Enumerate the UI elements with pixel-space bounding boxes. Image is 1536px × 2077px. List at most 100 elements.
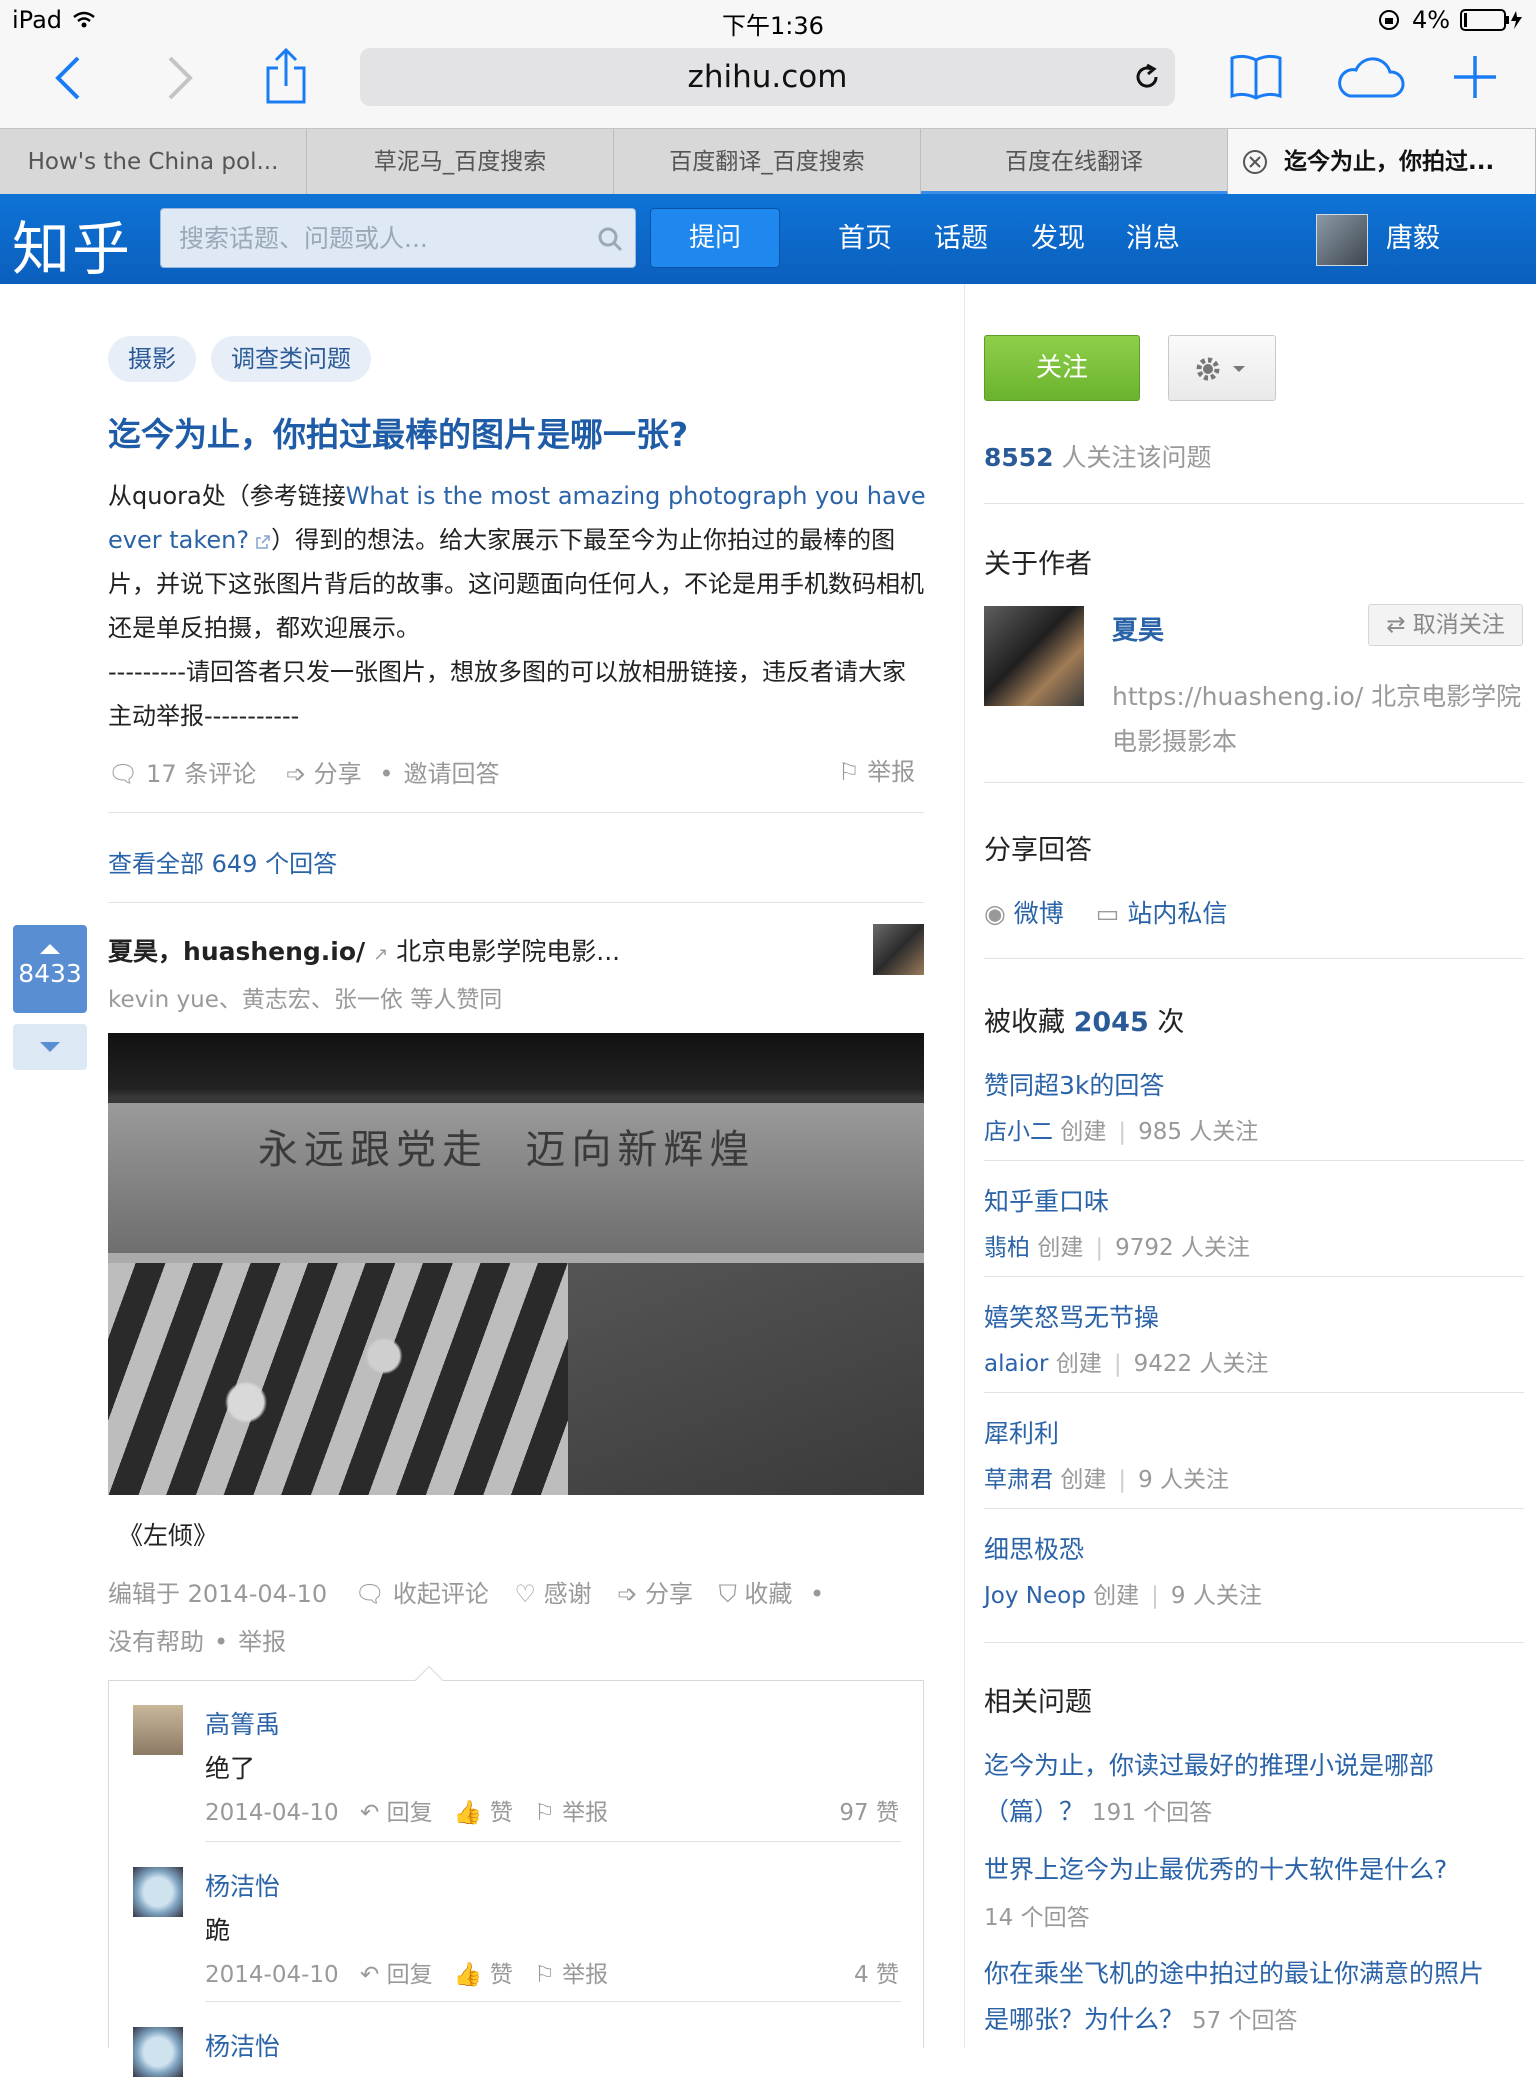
share-arrow-icon: ➩	[617, 1580, 638, 1608]
edit-date[interactable]: 编辑于 2014-04-10	[108, 1580, 327, 1608]
thumbs-up-icon: 👍	[453, 1800, 483, 1826]
collection-name[interactable]: 犀利利	[984, 1414, 1059, 1450]
author-link[interactable]: huasheng.io/	[183, 937, 365, 966]
collection-name[interactable]: 嬉笑怒骂无节操	[984, 1298, 1159, 1334]
author-photo[interactable]	[984, 606, 1084, 706]
comment-box-arrow	[414, 1665, 444, 1695]
zhihu-logo[interactable]: 知乎	[12, 202, 132, 286]
collection-followers: 9792 人关注	[1115, 1235, 1250, 1261]
search-input[interactable]: 搜索话题、问题或人...	[160, 208, 636, 268]
collection-followers: 9422 人关注	[1133, 1351, 1269, 1377]
follow-question-button[interactable]: 关注	[984, 335, 1140, 401]
collection-creator[interactable]: 翡柏	[984, 1235, 1030, 1261]
ask-button[interactable]: 提问	[650, 208, 780, 268]
collection-creator[interactable]: alaior	[984, 1351, 1049, 1377]
answer-author-line: 夏昊，huasheng.io/ ↗ 北京电影学院电影...	[108, 932, 620, 968]
new-tab-icon[interactable]	[1452, 54, 1498, 100]
related-question[interactable]: 你在乘坐飞机的途中拍过的最让你满意的照片	[984, 1954, 1484, 1990]
collection-name[interactable]: 细思极恐	[984, 1530, 1084, 1566]
commenter-avatar[interactable]	[133, 2027, 183, 2077]
icloud-tabs-icon[interactable]	[1334, 54, 1406, 100]
share-private-message[interactable]: 站内私信	[1127, 899, 1227, 928]
collection-name[interactable]: 知乎重口味	[984, 1182, 1109, 1218]
share-icon[interactable]	[264, 46, 308, 106]
like-link[interactable]: 赞	[490, 1962, 513, 1988]
sidebar-author-name[interactable]: 夏昊	[1112, 610, 1164, 647]
close-tab-icon[interactable]	[1242, 149, 1268, 175]
topic-tag[interactable]: 调查类问题	[211, 336, 371, 382]
nav-explore[interactable]: 发现	[1031, 194, 1085, 284]
share-answer[interactable]: 分享	[645, 1580, 693, 1608]
collection-meta: Joy Neop 创建 | 9 人关注	[984, 1576, 1262, 1610]
commenter-avatar[interactable]	[133, 1705, 183, 1755]
related-question[interactable]: 世界上迄今为止最优秀的十大软件是什么?	[984, 1850, 1447, 1886]
address-bar[interactable]: zhihu.com	[360, 48, 1175, 106]
nav-home[interactable]: 首页	[838, 194, 892, 284]
collection-creator[interactable]: 草肃君	[984, 1467, 1053, 1493]
back-icon[interactable]	[52, 54, 84, 102]
view-all-answers[interactable]: 查看全部 649 个回答	[108, 844, 337, 879]
forward-icon[interactable]	[164, 54, 196, 102]
upvote-button[interactable]: 8433	[13, 925, 87, 1013]
collection-meta: 翡柏 创建 | 9792 人关注	[984, 1228, 1250, 1262]
downvote-button[interactable]	[13, 1024, 87, 1070]
related-question-text[interactable]: 是哪张？为什么？	[984, 2005, 1184, 2034]
settings-dropdown[interactable]	[1168, 335, 1276, 401]
report-answer[interactable]: 举报	[238, 1628, 286, 1656]
collapse-comments[interactable]: 收起评论	[393, 1580, 489, 1608]
reload-icon[interactable]	[1133, 63, 1161, 91]
user-avatar[interactable]	[1316, 214, 1368, 266]
answer-photo[interactable]: 永远跟党走 迈向新辉煌	[108, 1033, 924, 1495]
question-title[interactable]: 迄今为止，你拍过最棒的图片是哪一张?	[108, 408, 688, 456]
not-helpful-link[interactable]: 没有帮助	[108, 1628, 204, 1656]
flag-icon: ⚐	[534, 1962, 555, 1988]
author-avatar[interactable]	[873, 924, 924, 975]
related-question[interactable]: 迄今为止，你读过最好的推理小说是哪部	[984, 1746, 1434, 1782]
commenter-name[interactable]: 杨洁怡	[205, 2027, 280, 2063]
battery-percent: 4%	[1412, 6, 1451, 34]
comments-link[interactable]: 17 条评论	[146, 760, 256, 788]
collect-link[interactable]: 收藏	[744, 1580, 792, 1608]
share-link[interactable]: 分享	[314, 760, 362, 788]
report-question[interactable]: ⚐ 举报	[838, 752, 915, 787]
nav-messages[interactable]: 消息	[1126, 194, 1180, 284]
collected-count[interactable]: 2045	[1074, 1007, 1149, 1038]
user-name[interactable]: 唐毅	[1386, 194, 1440, 284]
separator: |	[1113, 1351, 1122, 1377]
browser-tab[interactable]: 百度翻译_百度搜索	[614, 129, 921, 195]
bookmarks-icon[interactable]	[1228, 52, 1284, 102]
nav-topics[interactable]: 话题	[934, 194, 988, 284]
share-arrow-icon: ➩	[285, 760, 307, 788]
search-placeholder: 搜索话题、问题或人...	[179, 224, 428, 253]
share-options: ◉ 微博 ▭ 站内私信	[984, 894, 1227, 930]
device-label: iPad	[12, 6, 63, 34]
browser-tab[interactable]: 百度在线翻译	[921, 129, 1228, 195]
search-icon[interactable]	[597, 226, 623, 252]
follower-count[interactable]: 8552	[984, 443, 1054, 472]
collection-name[interactable]: 赞同超3k的回答	[984, 1066, 1164, 1102]
browser-tab[interactable]: How's the China pol...	[0, 129, 307, 195]
commenter-name[interactable]: 杨洁怡	[205, 1867, 280, 1903]
reply-link[interactable]: 回复	[387, 1962, 433, 1988]
commenter-name[interactable]: 高箐禹	[205, 1705, 280, 1741]
flag-icon: ⚐	[838, 758, 860, 786]
topic-tag[interactable]: 摄影	[108, 336, 196, 382]
browser-tab[interactable]: 草泥马_百度搜索	[307, 129, 614, 195]
voters-list[interactable]: kevin yue、黄志宏、张一依 等人赞同	[108, 980, 502, 1014]
reply-link[interactable]: 回复	[387, 1800, 433, 1826]
browser-tab-active[interactable]: 迄今为止，你拍过...	[1228, 129, 1536, 195]
collection-creator[interactable]: Joy Neop	[984, 1583, 1086, 1609]
related-question-text[interactable]: （篇）？	[984, 1797, 1084, 1826]
collection-creator[interactable]: 店小二	[984, 1119, 1053, 1145]
thank-link[interactable]: 感谢	[544, 1580, 592, 1608]
report-link[interactable]: 举报	[562, 1800, 608, 1826]
unfollow-button[interactable]: ⇄ 取消关注	[1368, 604, 1523, 646]
answer-author[interactable]: 夏昊，	[108, 937, 183, 966]
like-link[interactable]: 赞	[490, 1800, 513, 1826]
photo-road	[568, 1263, 924, 1495]
report-link[interactable]: 举报	[562, 1962, 608, 1988]
commenter-avatar[interactable]	[133, 1867, 183, 1917]
share-weibo[interactable]: 微博	[1014, 899, 1064, 928]
invite-link[interactable]: 邀请回答	[403, 760, 499, 788]
vote-count: 8433	[18, 959, 82, 988]
